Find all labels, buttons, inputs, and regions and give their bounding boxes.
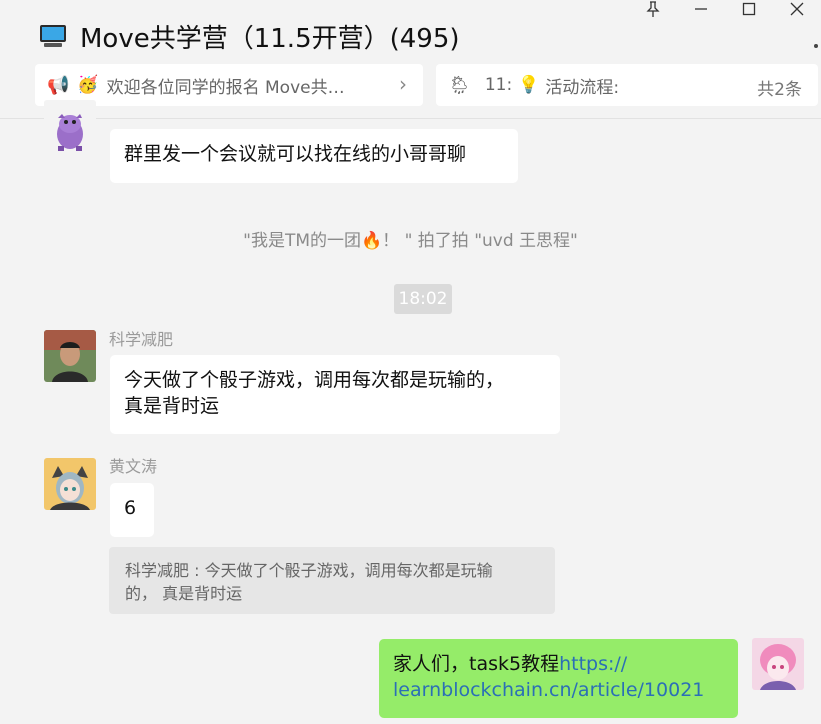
pin-icon[interactable] [629, 0, 677, 18]
announcement-text: 欢迎各位同学的报名 Move共… [106, 77, 345, 98]
message-link[interactable]: https:// [559, 653, 627, 675]
computer-icon [40, 25, 66, 47]
avatar[interactable] [44, 100, 96, 152]
sender-name: 黄文涛 [109, 457, 158, 476]
avatar[interactable] [44, 330, 96, 382]
notice-prefix: 11: [484, 75, 513, 95]
self-avatar[interactable] [752, 638, 804, 690]
close-icon[interactable] [773, 0, 821, 18]
avatar[interactable] [44, 458, 96, 510]
message-bubble[interactable]: 今天做了个骰子游戏，调用每次都是玩输的， 真是背时运 [110, 355, 560, 434]
chat-title[interactable]: Move共学营（11.5开营）(495) [80, 18, 460, 55]
system-message: "我是TM的一团🔥！ " 拍了拍 "uvd 王思程" [243, 231, 578, 251]
window-controls [629, 0, 821, 18]
self-message-bubble[interactable]: 家人们，task5教程https:// learnblockchain.cn/a… [379, 639, 738, 718]
timestamp-badge: 18:02 [394, 284, 452, 314]
quoted-message[interactable]: 科学减肥 : 今天做了个骰子游戏，调用每次都是玩输 的， 真是背时运 [109, 547, 555, 614]
message-bubble[interactable]: 6 [110, 483, 154, 537]
maximize-icon[interactable] [725, 0, 773, 18]
party-face-icon: 🥳 [77, 75, 99, 95]
megaphone-icon: 📢 [47, 74, 70, 96]
chevron-right-icon[interactable]: › [399, 72, 407, 96]
notice-text: 活动流程: [545, 77, 620, 98]
more-options-icon[interactable] [814, 44, 818, 48]
notice-count[interactable]: 共2条 [757, 75, 802, 100]
weather-icon: 🌦 [448, 74, 471, 96]
chat-title-row: Move共学营（11.5开营）(495) [40, 16, 460, 56]
message-bubble[interactable]: 群里发一个会议就可以找在线的小哥哥聊 [110, 129, 518, 183]
minimize-icon[interactable] [677, 0, 725, 18]
lightbulb-icon: 💡 [518, 75, 540, 95]
sender-name: 科学减肥 [109, 330, 174, 349]
announcement-bar-right[interactable]: 🌦 11: 💡 活动流程: 共2条 [436, 64, 818, 106]
chat-header: Move共学营（11.5开营）(495) 📢 🥳 欢迎各位同学的报名 Move共… [0, 0, 821, 119]
message-link[interactable]: learnblockchain.cn/article/10021 [393, 677, 724, 703]
